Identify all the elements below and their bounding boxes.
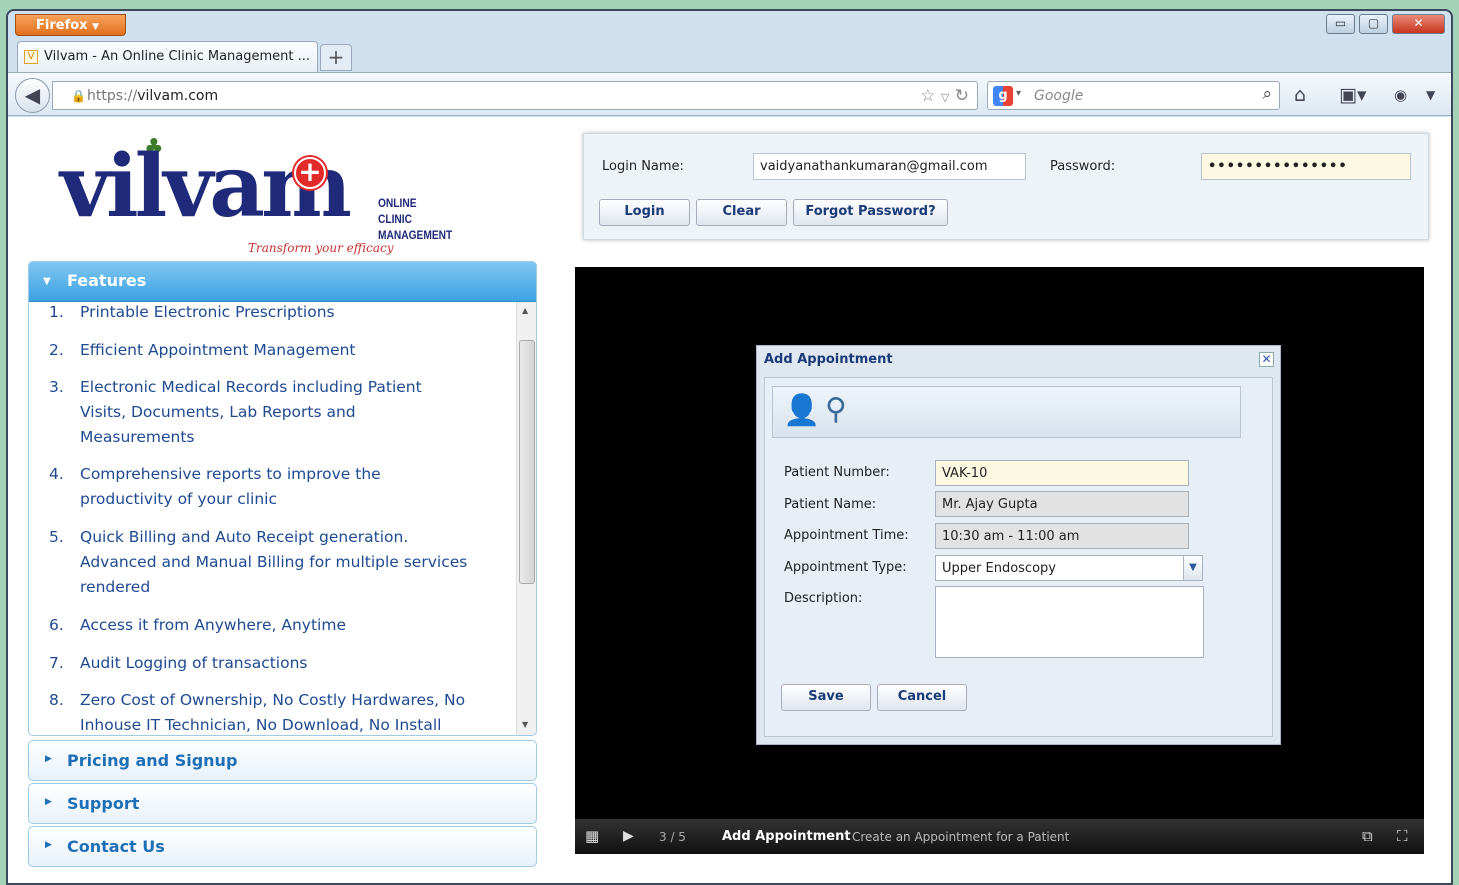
patient-name-field: Mr. Ajay Gupta [935,491,1189,517]
save-button[interactable]: Save [781,684,871,711]
dialog-body: 👤 ⚲ Patient Number: VAK-10 Patient Name:… [764,377,1273,737]
search-placeholder: Google [1034,88,1084,104]
dialog-title: Add Appointment [764,352,893,367]
login-button[interactable]: Login [599,199,690,226]
scroll-up-icon[interactable]: ▲ [522,306,528,315]
vilvam-logo[interactable]: ♣ vilvam + ONLINE CLINIC MANAGEMENT Trans… [60,127,460,257]
features-scrollbar[interactable]: ▲ ▼ [516,302,536,735]
appointment-time-label: Appointment Time: [784,528,909,543]
patient-name-label: Patient Name: [784,497,877,512]
lock-icon: 🔒 [71,89,86,103]
accordion-contact-us[interactable]: ▶ Contact Us [28,826,537,867]
login-panel: Login Name: vaidyanathankumaran@gmail.co… [583,133,1429,240]
grid-icon[interactable]: ▦ [585,827,599,845]
navigation-bar: ◀ 🔒 https://vilvam.com ☆ ▽ ↻ g ▾ Google … [8,72,1451,116]
home-icon[interactable]: ⌂ [1294,84,1306,106]
password-label: Password: [1050,159,1116,174]
url-protocol: https:// [87,88,138,104]
password-input[interactable]: ••••••••••••••• [1201,153,1411,180]
scrollbar-thumb[interactable] [519,340,535,584]
bookmark-star-icon[interactable]: ☆ [920,86,935,106]
slideshow-viewer: Add Appointment ✕ 👤 ⚲ Patient Number: VA… [575,267,1424,854]
clear-button[interactable]: Clear [696,199,787,226]
google-icon[interactable]: g [993,86,1013,106]
addon-icon[interactable]: ◉ [1394,86,1407,104]
search-engine-dropdown-icon[interactable]: ▾ [1016,88,1021,99]
search-patient-icon[interactable]: ⚲ [825,395,847,425]
scroll-down-icon[interactable]: ▼ [522,720,528,729]
favicon-icon: V [24,50,38,64]
logo-subtitle: ONLINE CLINIC MANAGEMENT [378,196,453,242]
features-panel: ▼ Features 1. Printable Electronic Prescr… [28,261,537,736]
description-label: Description: [784,591,863,606]
overflow-menu-icon[interactable]: ▼ [1426,88,1435,102]
search-icon[interactable]: ⌕ [1262,84,1272,104]
url-bar-icons: ☆ ▽ ↻ [920,86,969,106]
url-host: vilvam.com [137,88,219,104]
expand-triangle-icon: ▶ [45,754,52,764]
features-list: 1. Printable Electronic Prescriptions 2. E… [29,302,516,735]
popout-icon[interactable]: ⧉ [1362,827,1373,845]
expand-triangle-icon: ▶ [45,840,52,850]
features-title: Features [67,271,147,290]
url-bar[interactable]: 🔒 https://vilvam.com ☆ ▽ ↻ [52,81,978,110]
expand-triangle-icon: ▶ [45,797,52,807]
tab-vilvam[interactable]: V Vilvam - An Online Clinic Management .… [17,41,318,72]
appointment-type-label: Appointment Type: [784,560,907,575]
logo-tagline: Transform your efficacy [248,241,394,255]
play-icon[interactable]: ▶ [623,828,634,844]
slideshow-controls: ▦ ▶ 3 / 5 Add Appointment Create an Appo… [575,819,1424,854]
tab-title: Vilvam - An Online Clinic Management ... [44,49,311,64]
forgot-password-button[interactable]: Forgot Password? [793,199,948,226]
back-button[interactable]: ◀ [15,78,50,113]
reload-icon[interactable]: ↻ [955,86,969,106]
login-name-input[interactable]: vaidyanathankumaran@gmail.com [753,153,1026,180]
accordion-pricing-signup[interactable]: ▶ Pricing and Signup [28,740,537,781]
collapse-triangle-icon: ▼ [43,276,51,287]
page-content: ♣ vilvam + ONLINE CLINIC MANAGEMENT Trans… [8,117,1451,883]
appointment-time-field: 10:30 am - 11:00 am [935,523,1189,549]
firefox-menu-button[interactable]: Firefox ▼ [15,14,126,36]
browser-window: Firefox ▼ ▭ ▢ ✕ V Vilvam - An Online Cli… [6,9,1453,885]
chevron-down-icon: ▼ [92,22,99,32]
chevron-down-icon[interactable]: ▼ [1183,555,1203,581]
login-name-label: Login Name: [602,159,684,174]
accordion-support[interactable]: ▶ Support [28,783,537,824]
description-textarea[interactable] [935,586,1204,658]
close-window-button[interactable]: ✕ [1392,14,1445,34]
appointment-type-select[interactable]: Upper Endoscopy [935,555,1184,581]
medical-cross-icon: + [294,157,326,189]
history-dropdown-icon[interactable]: ▽ [941,91,949,104]
patient-icon[interactable]: 👤 [783,396,820,426]
patient-number-input[interactable]: VAK-10 [935,460,1189,486]
slide-counter: 3 / 5 [659,830,686,844]
bookmarks-menu-icon[interactable]: ▣▾ [1339,84,1367,106]
add-appointment-dialog: Add Appointment ✕ 👤 ⚲ Patient Number: VA… [756,345,1281,745]
minimize-button[interactable]: ▭ [1326,14,1355,34]
slide-caption: Create an Appointment for a Patient [852,830,1070,844]
maximize-button[interactable]: ▢ [1359,14,1388,34]
back-arrow-icon: ◀ [24,83,41,107]
slide-title: Add Appointment [722,829,851,844]
features-header[interactable]: ▼ Features [29,262,536,302]
dialog-toolbar: 👤 ⚲ [772,386,1241,438]
fullscreen-icon[interactable]: ⛶ [1397,827,1408,845]
patient-number-label: Patient Number: [784,465,890,480]
cancel-button[interactable]: Cancel [877,684,967,711]
close-icon[interactable]: ✕ [1259,352,1274,367]
new-tab-button[interactable]: + [320,44,352,71]
search-box[interactable]: g ▾ Google ⌕ [987,81,1280,110]
